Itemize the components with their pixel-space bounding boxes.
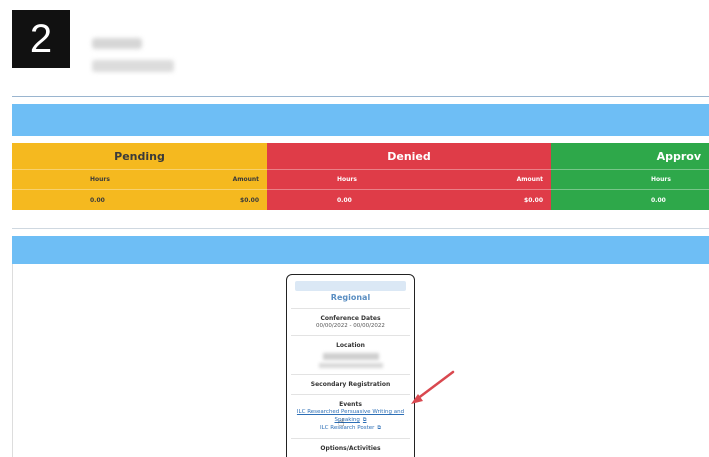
red-arrow-annotation [411,370,455,404]
